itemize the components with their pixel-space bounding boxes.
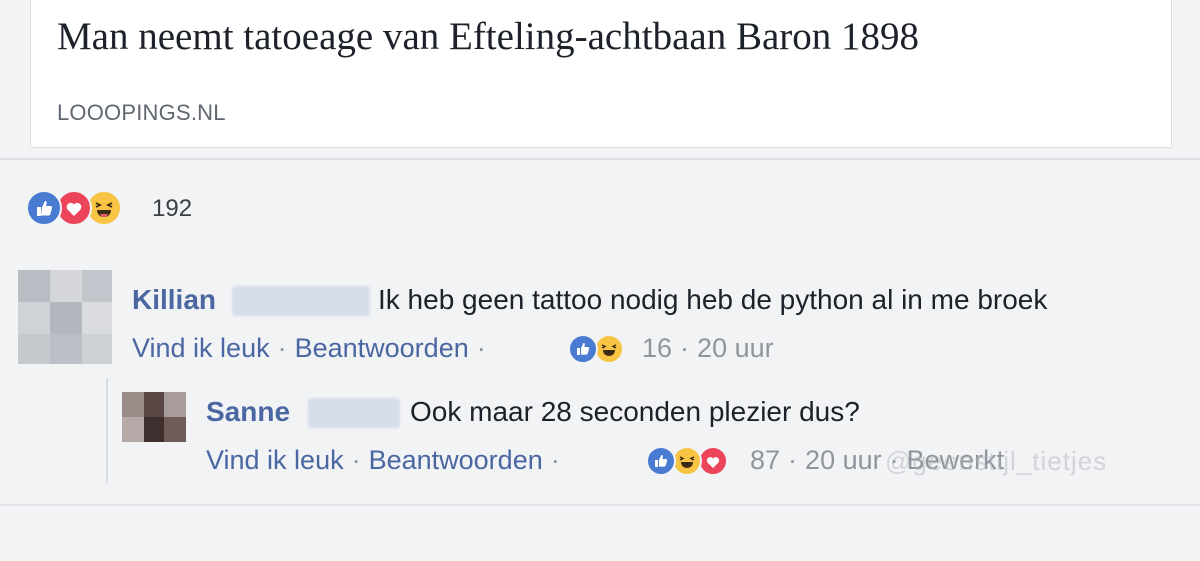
timestamp[interactable]: 20 uur bbox=[697, 333, 774, 363]
reply-thread-line bbox=[106, 378, 108, 483]
link-preview-card[interactable]: Man neemt tatoeage van Efteling-achtbaan… bbox=[30, 0, 1172, 148]
separator: · bbox=[680, 333, 690, 363]
haha-icon bbox=[594, 334, 624, 364]
comment-actions: Vind ik leuk · Beantwoorden · bbox=[132, 333, 494, 364]
like-button[interactable]: Vind ik leuk bbox=[132, 333, 270, 363]
haha-icon bbox=[672, 446, 702, 476]
reply-author[interactable]: Sanne bbox=[206, 396, 290, 428]
reply-button[interactable]: Beantwoorden bbox=[369, 445, 543, 475]
reply-button[interactable]: Beantwoorden bbox=[295, 333, 469, 363]
love-icon bbox=[698, 446, 728, 476]
separator: · bbox=[550, 445, 560, 475]
watermark: @geenstijl_tietjes bbox=[885, 446, 1108, 476]
comment-author[interactable]: Killian bbox=[132, 284, 216, 316]
like-button[interactable]: Vind ik leuk bbox=[206, 445, 344, 475]
like-icon bbox=[26, 190, 62, 226]
redacted-surname bbox=[232, 286, 370, 316]
timestamp[interactable]: 20 uur bbox=[805, 445, 882, 475]
reaction-count[interactable]: 16 bbox=[642, 333, 672, 363]
separator: · bbox=[788, 445, 798, 475]
redacted-surname bbox=[308, 398, 400, 428]
reaction-count[interactable]: 87 bbox=[750, 445, 780, 475]
separator: · bbox=[277, 333, 287, 363]
avatar[interactable] bbox=[18, 270, 112, 364]
divider bbox=[0, 504, 1200, 506]
comment-text: Ik heb geen tattoo nodig heb de python a… bbox=[378, 284, 1048, 315]
reaction-count[interactable]: 192 bbox=[152, 195, 192, 223]
separator: · bbox=[476, 333, 486, 363]
divider bbox=[0, 158, 1200, 160]
reply-actions: Vind ik leuk · Beantwoorden · bbox=[206, 445, 568, 476]
avatar[interactable] bbox=[122, 392, 186, 442]
comment-meta: 16 · 20 uur bbox=[642, 333, 774, 364]
link-domain: LOOOPINGS.NL bbox=[57, 100, 226, 125]
like-icon bbox=[568, 334, 598, 364]
separator: · bbox=[351, 445, 361, 475]
link-title[interactable]: Man neemt tatoeage van Efteling-achtbaan… bbox=[57, 14, 919, 59]
reply-text: Ook maar 28 seconden plezier dus? bbox=[410, 396, 860, 427]
like-icon bbox=[646, 446, 676, 476]
